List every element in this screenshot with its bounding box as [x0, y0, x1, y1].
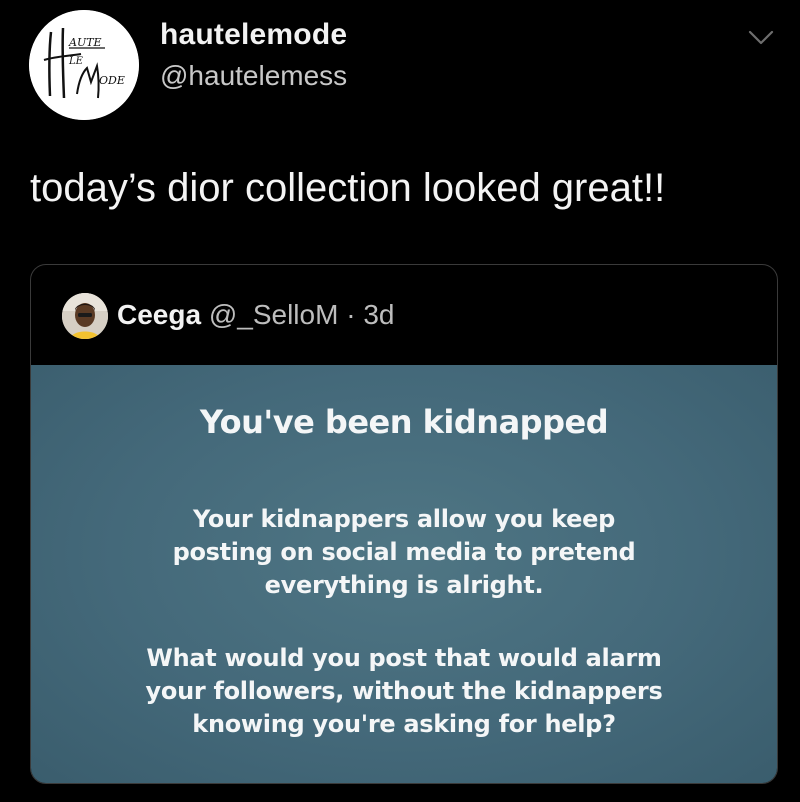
profile-photo-icon	[62, 293, 108, 339]
image-heading: You've been kidnapped	[199, 403, 609, 441]
image-paragraph-1-line: posting on social media to pretend	[172, 538, 636, 566]
image-paragraph-1-line: everything is alright.	[264, 571, 544, 599]
quoted-tweet-header: Ceega @_SelloM · 3d	[31, 265, 777, 365]
chevron-down-icon	[748, 30, 774, 45]
quoted-author-name[interactable]: Ceega	[117, 299, 201, 330]
author-handle[interactable]: @hautelemess	[160, 60, 347, 92]
quoted-author-avatar[interactable]	[62, 293, 108, 339]
quoted-tweet-image[interactable]: You've been kidnapped Your kidnappers al…	[31, 365, 777, 783]
image-paragraph-2-line: knowing you're asking for help?	[192, 710, 616, 738]
quoted-tweet-time[interactable]: 3d	[363, 299, 394, 330]
author-display-name[interactable]: hautelemode	[160, 18, 347, 52]
author-avatar[interactable]: AUTE LE ODE	[29, 10, 139, 120]
meta-separator: ·	[346, 299, 356, 330]
tweet-menu-button[interactable]	[744, 22, 778, 52]
image-paragraph-2: What would you post that would alarm you…	[31, 642, 777, 741]
tweet-text: today’s dior collection looked great!!	[30, 166, 666, 210]
quoted-tweet-meta: Ceega @_SelloM · 3d	[117, 299, 394, 331]
quoted-tweet-card[interactable]: Ceega @_SelloM · 3d You've been kidnappe…	[30, 264, 778, 784]
image-paragraph-1: Your kidnappers allow you keep posting o…	[31, 503, 777, 602]
svg-text:LE: LE	[68, 56, 84, 67]
image-paragraph-2-line: your followers, without the kidnappers	[145, 677, 663, 705]
haute-le-mode-logo-icon: AUTE LE ODE	[29, 10, 139, 120]
svg-text:ODE: ODE	[99, 74, 125, 87]
tweet-page: AUTE LE ODE hautelemode @hautelemess tod…	[0, 0, 800, 802]
image-paragraph-2-line: What would you post that would alarm	[146, 644, 662, 672]
image-paragraph-1-line: Your kidnappers allow you keep	[193, 505, 615, 533]
quoted-author-handle[interactable]: @_SelloM	[209, 299, 339, 330]
svg-text:AUTE: AUTE	[68, 36, 102, 49]
